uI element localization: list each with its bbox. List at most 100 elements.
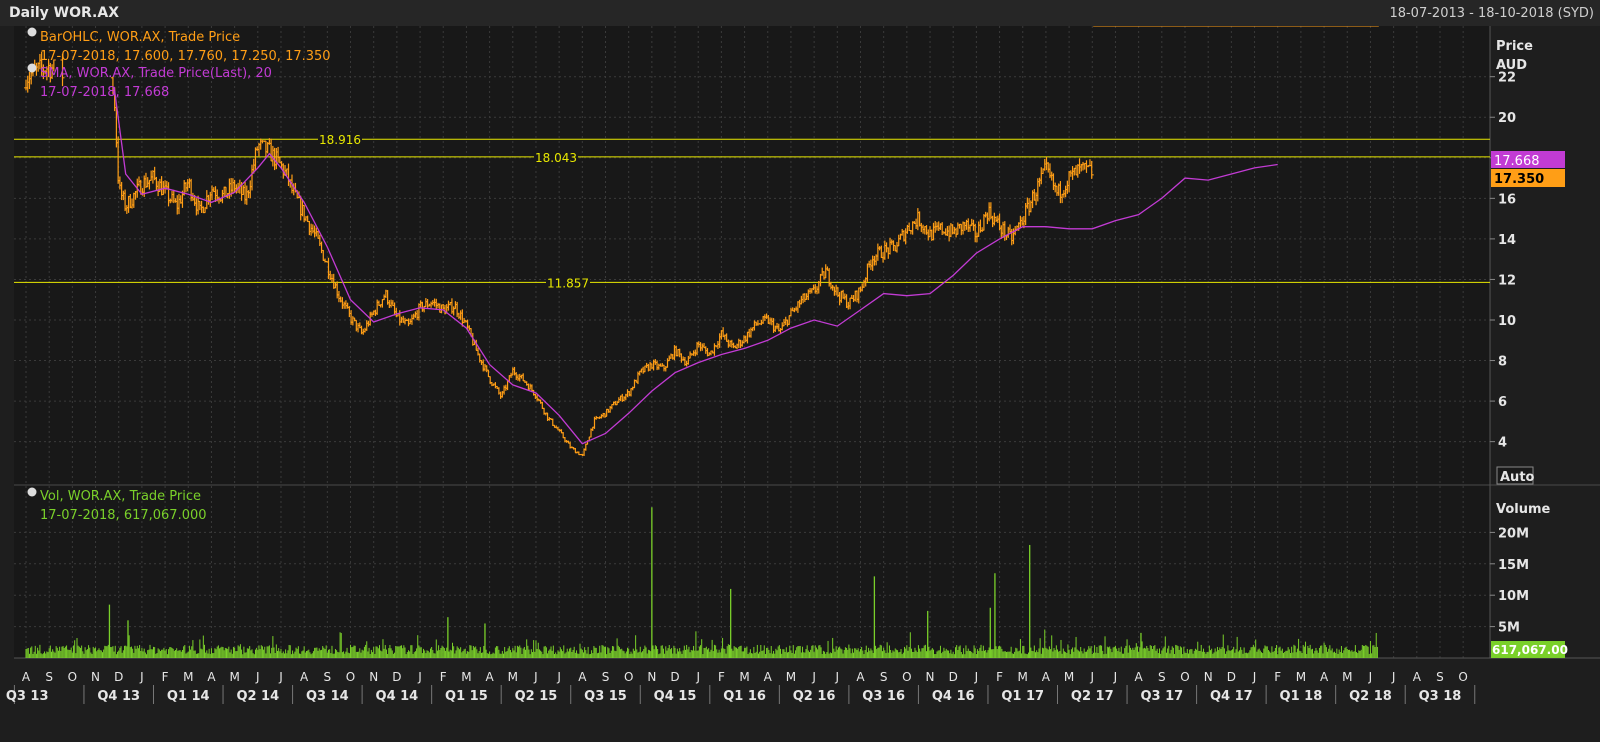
month-label: O	[1458, 670, 1467, 684]
volume-last-badge: 617,067.00	[1491, 641, 1568, 658]
month-label: N	[647, 670, 656, 684]
month-label: S	[602, 670, 610, 684]
price-tick-label: 4	[1498, 436, 1507, 451]
currency-label: AUD	[1496, 58, 1527, 73]
month-label: A	[22, 670, 31, 684]
month-label: D	[949, 670, 958, 684]
price-last-badge: 17.350	[1491, 169, 1565, 187]
reference-label: 18.043	[535, 151, 577, 165]
month-label: O	[902, 670, 911, 684]
sma-legend-values: 17-07-2018, 17.668	[40, 85, 169, 100]
month-label: M	[786, 670, 796, 684]
month-label: S	[1436, 670, 1444, 684]
month-label: A	[1320, 670, 1329, 684]
bar-legend-title: BarOHLC, WOR.AX, Trade Price	[40, 30, 240, 45]
quarter-label: Q1 17	[1001, 689, 1044, 704]
volume-badge-value: 617,067.00	[1492, 643, 1568, 657]
volume-legend-title: Vol, WOR.AX, Trade Price	[40, 489, 201, 504]
month-label: S	[1158, 670, 1166, 684]
auto-button-label[interactable]: Auto	[1500, 470, 1535, 485]
month-label: J	[255, 670, 260, 684]
sma-last-badge: 17.668	[1491, 151, 1565, 169]
month-label: J	[417, 670, 422, 684]
quarter-label: Q4 16	[932, 689, 975, 704]
quarter-label: Q3 16	[862, 689, 905, 704]
month-label: N	[926, 670, 935, 684]
price-tick-label: 16	[1498, 192, 1516, 207]
month-label: O	[1180, 670, 1189, 684]
quarter-label: Q4 17	[1210, 689, 1253, 704]
plot-background	[14, 26, 1490, 658]
month-label: J	[556, 670, 561, 684]
month-label: O	[624, 670, 633, 684]
month-label: J	[974, 670, 979, 684]
volume-tick-label: 20M	[1498, 526, 1529, 541]
collapse-icon[interactable]	[27, 487, 37, 497]
month-label: S	[45, 670, 53, 684]
volume-legend-values: 17-07-2018, 617,067.000	[40, 508, 207, 523]
month-label: M	[1018, 670, 1028, 684]
price-axis-label: Price	[1496, 39, 1533, 54]
month-label: J	[695, 670, 700, 684]
reference-label: 11.857	[547, 276, 589, 290]
month-label: N	[91, 670, 100, 684]
month-label: J	[278, 670, 283, 684]
quarter-label: Q3 18	[1419, 689, 1462, 704]
month-label: M	[183, 670, 193, 684]
quarter-label: Q1 18	[1280, 689, 1323, 704]
quarter-label: Q4 15	[654, 689, 697, 704]
date-range: 18-07-2013 - 18-10-2018 (SYD)	[1389, 6, 1594, 21]
volume-tick-label: 5M	[1498, 621, 1520, 636]
quarter-label: Q3 17	[1140, 689, 1183, 704]
volume-axis-label: Volume	[1496, 502, 1551, 517]
quarter-label: Q2 18	[1349, 689, 1392, 704]
month-label: A	[485, 670, 494, 684]
quarter-label: Q3 13	[6, 689, 49, 704]
month-label: A	[764, 670, 773, 684]
month-label: J	[1090, 670, 1095, 684]
quarter-label: Q3 15	[584, 689, 627, 704]
month-label: J	[1391, 670, 1396, 684]
quarter-label: Q1 16	[723, 689, 766, 704]
price-badge-value: 17.350	[1494, 172, 1544, 187]
quarter-label: Q2 14	[236, 689, 279, 704]
month-label: O	[346, 670, 355, 684]
price-tick-label: 8	[1498, 355, 1507, 370]
price-tick-label: 20	[1498, 111, 1516, 126]
month-label: J	[811, 670, 816, 684]
month-label: D	[670, 670, 679, 684]
chart-header: Daily WOR.AX 18-07-2013 - 18-10-2018 (SY…	[0, 0, 1600, 26]
bar-legend-values: 17-07-2018, 17.600, 17.760, 17.250, 17.3…	[40, 49, 331, 64]
month-label: A	[300, 670, 309, 684]
quarter-label: Q2 17	[1071, 689, 1114, 704]
month-label: F	[440, 670, 447, 684]
sma-badge-value: 17.668	[1494, 154, 1540, 169]
month-label: M	[1064, 670, 1074, 684]
month-label: F	[162, 670, 169, 684]
chart-title: Daily WOR.AX	[9, 5, 119, 21]
reference-label: 18.916	[319, 133, 361, 147]
volume-axis-ticks: 20M 15M 10M 5M	[1490, 526, 1529, 636]
quarter-label: Q2 16	[793, 689, 836, 704]
month-label: A	[1042, 670, 1051, 684]
month-label: A	[578, 670, 587, 684]
month-label: F	[718, 670, 725, 684]
collapse-icon[interactable]	[27, 27, 37, 37]
price-tick-label: 10	[1498, 314, 1516, 329]
month-label: O	[68, 670, 77, 684]
collapse-icon[interactable]	[27, 63, 37, 73]
month-label: J	[1252, 670, 1257, 684]
quarter-label: Q3 14	[306, 689, 349, 704]
month-label: M	[1296, 670, 1306, 684]
chart-canvas[interactable]: 18.91618.04311.857 22201816141210864 20M…	[0, 26, 1600, 742]
chart-window: Daily WOR.AX 18-07-2013 - 18-10-2018 (SY…	[0, 0, 1600, 742]
volume-tick-label: 10M	[1498, 589, 1529, 604]
month-label: J	[1113, 670, 1118, 684]
quarter-label: Q1 14	[167, 689, 210, 704]
month-label: D	[1227, 670, 1236, 684]
month-label: J	[139, 670, 144, 684]
price-axis-ticks: 22201816141210864	[1490, 71, 1516, 451]
month-label: A	[1413, 670, 1422, 684]
auto-scale-button[interactable]: Auto	[1496, 466, 1535, 485]
month-label: S	[880, 670, 888, 684]
